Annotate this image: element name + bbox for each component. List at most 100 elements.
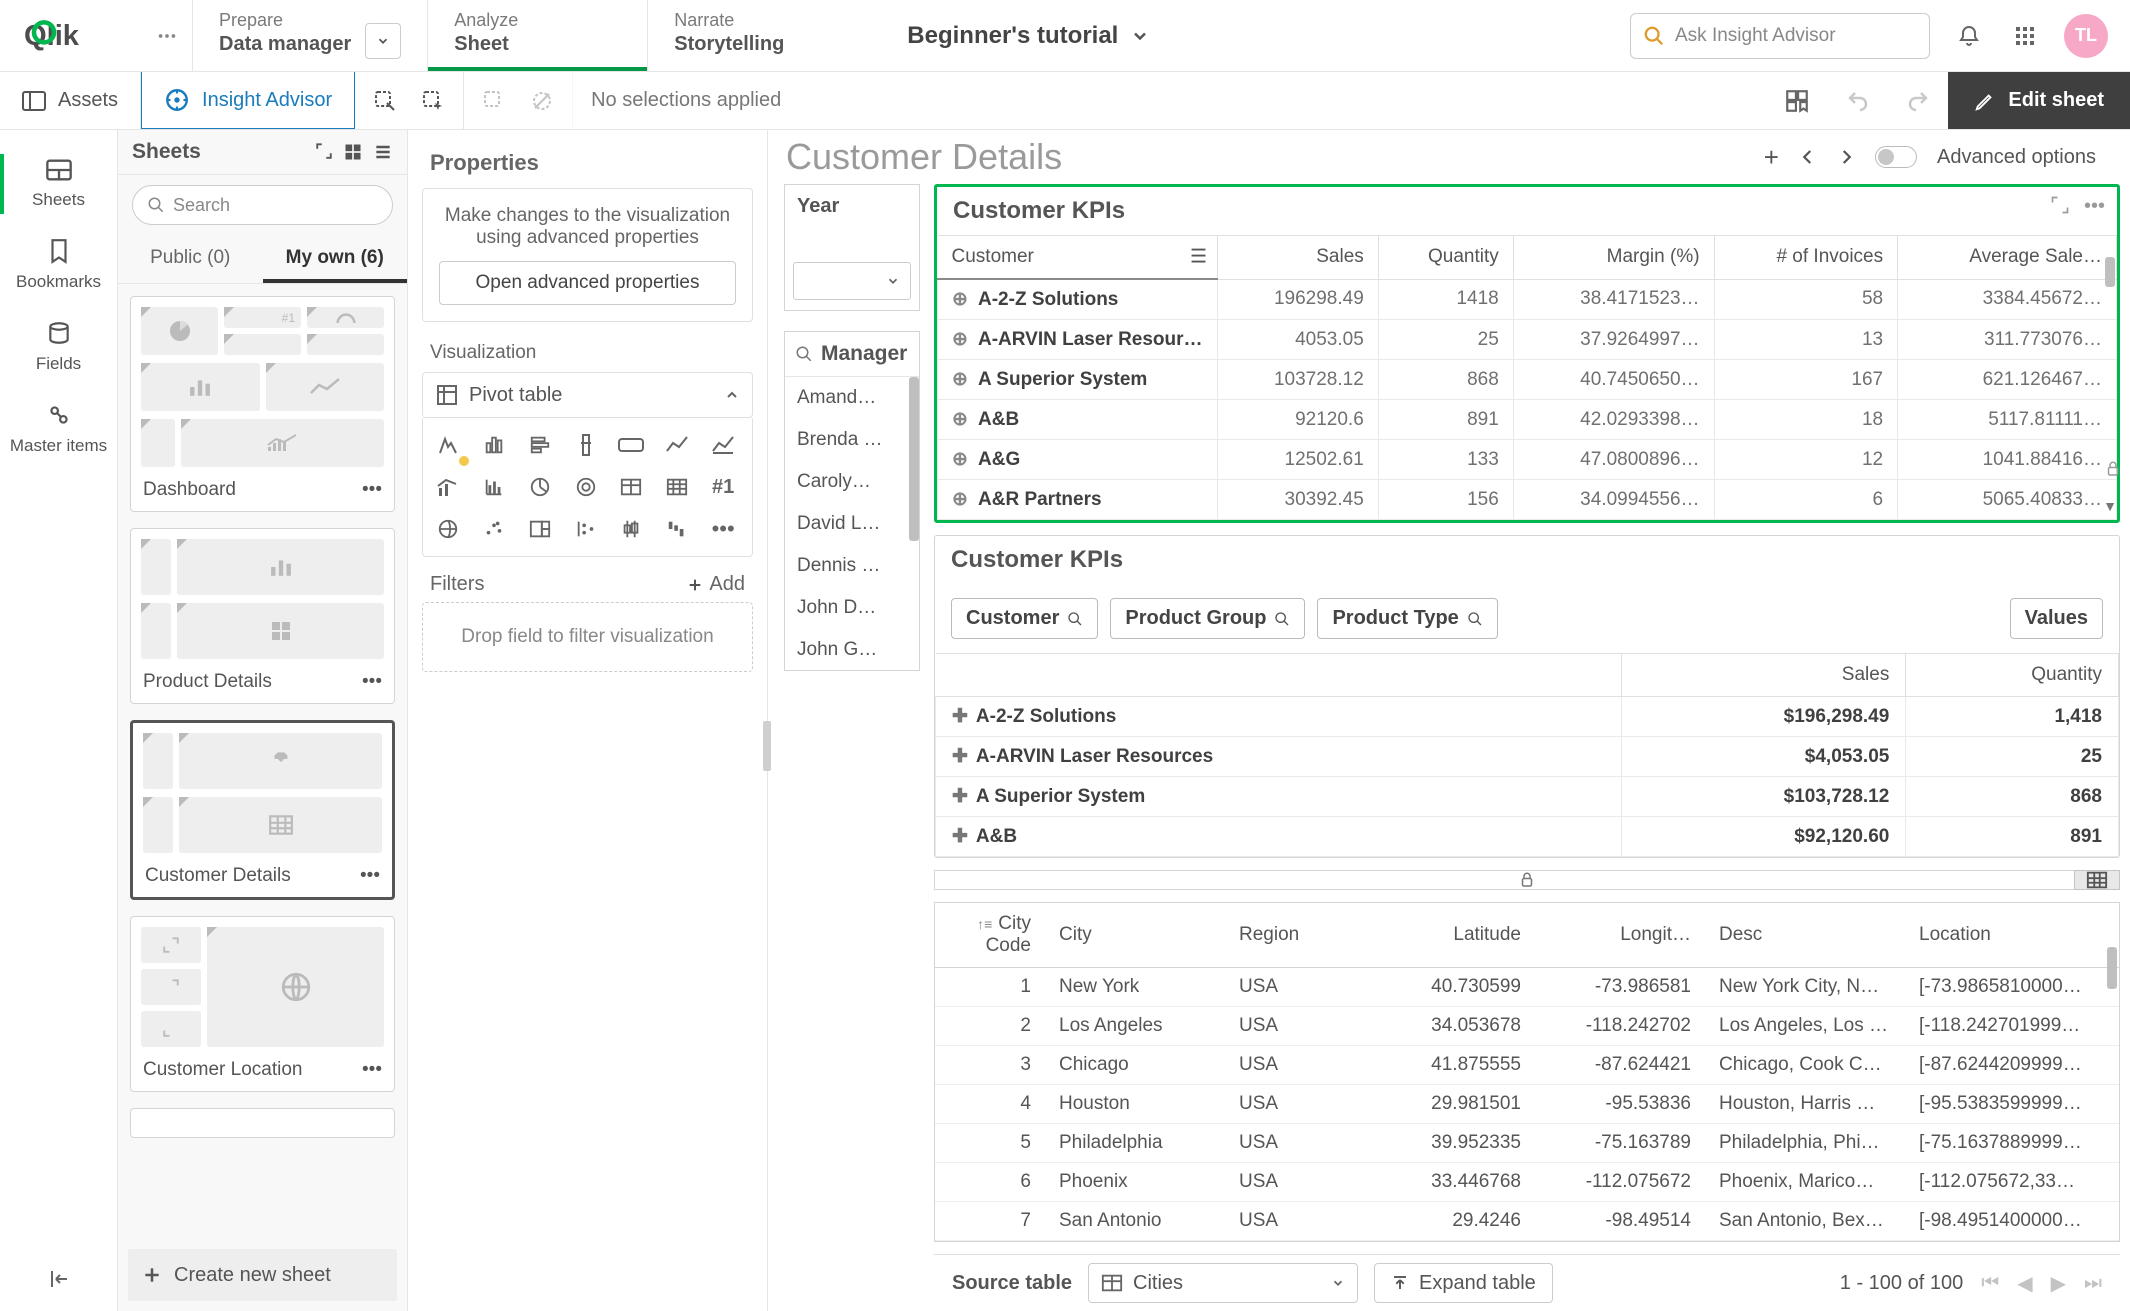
kpi1-col-qty[interactable]: Quantity — [1378, 236, 1513, 280]
city-col-desc[interactable]: Desc — [1705, 903, 1905, 968]
viz-line-icon[interactable] — [660, 428, 694, 462]
viz-pivot-table-icon[interactable] — [660, 470, 694, 504]
viz-pie-icon[interactable] — [523, 470, 557, 504]
city-col-loc[interactable]: Location — [1905, 903, 2119, 968]
viz-table-icon[interactable] — [614, 470, 648, 504]
year-select[interactable] — [793, 262, 911, 300]
viz-type-selector[interactable]: Pivot table — [422, 372, 753, 418]
kpi1-row[interactable]: ⊕A-ARVIN Laser Resources4053.052537.9264… — [938, 320, 2117, 360]
sheet-card-dashboard[interactable]: #1 — [130, 296, 395, 512]
viz-waterfall-icon[interactable] — [660, 512, 694, 546]
city-col-lon[interactable]: Longit… — [1535, 903, 1705, 968]
pivot-values[interactable]: Values — [2010, 598, 2103, 639]
pivot-row[interactable]: ✚A-2-Z Solutions$196,298.491,418 — [936, 697, 2119, 737]
sheets-search[interactable]: Search — [132, 185, 393, 225]
viz-auto-icon[interactable] — [431, 428, 465, 462]
sheet-card-customer-details[interactable]: Customer Details ••• — [130, 720, 395, 900]
viz-area-icon[interactable] — [706, 428, 740, 462]
manager-item[interactable]: Dennis … — [785, 545, 919, 587]
redo-icon[interactable] — [1888, 72, 1948, 129]
kpi1-row[interactable]: ⊕A Superior System103728.1286840.7450650… — [938, 360, 2117, 400]
viz-map-icon[interactable] — [431, 512, 465, 546]
viz-bar-h-icon[interactable] — [523, 428, 557, 462]
viz-kpi-icon[interactable]: #1 — [706, 470, 740, 504]
kpi-table-2[interactable]: Customer KPIs Customer Product Group Pro… — [934, 535, 2120, 858]
sheet-card-customer-location[interactable]: Customer Location ••• — [130, 916, 395, 1092]
city-row[interactable]: 4HoustonUSA29.981501-95.53836Houston, Ha… — [935, 1085, 2119, 1124]
manager-filter[interactable]: Manager Amand… Brenda … Caroly… David L…… — [784, 331, 920, 671]
filter-drop-zone[interactable]: Drop field to filter visualization — [422, 602, 753, 672]
pivot-row[interactable]: ✚A Superior System$103,728.12868 — [936, 777, 2119, 817]
pager-last-icon[interactable]: ⏭ — [2084, 1272, 2102, 1295]
viz-donut-icon[interactable] — [569, 470, 603, 504]
pager-prev-icon[interactable]: ◀ — [2017, 1271, 2032, 1296]
pivot-filter-type[interactable]: Product Type — [1317, 598, 1497, 639]
kpi-table-1[interactable]: Customer KPIs ••• Customer☰ Sales Quanti… — [934, 184, 2120, 523]
viz-bar-v-icon[interactable] — [477, 428, 511, 462]
kpi1-col-sales[interactable]: Sales — [1218, 236, 1379, 280]
kpi1-row[interactable]: ⊕A&G12502.6113347.0800896…121041.88416… — [938, 440, 2117, 480]
city-col-lat[interactable]: Latitude — [1365, 903, 1535, 968]
city-table[interactable]: ↑≡City Code City Region Latitude Longit…… — [934, 902, 2120, 1242]
viz-treemap-icon[interactable] — [523, 512, 557, 546]
card-menu-icon[interactable]: ••• — [362, 671, 382, 693]
user-avatar[interactable]: TL — [2064, 14, 2108, 58]
viz-histogram-icon[interactable] — [477, 470, 511, 504]
table-view-toggle[interactable] — [2074, 870, 2120, 890]
kpi1-col-invoices[interactable]: # of Invoices — [1714, 236, 1898, 280]
prev-sheet-icon[interactable] — [1799, 148, 1817, 166]
city-col-region[interactable]: Region — [1225, 903, 1365, 968]
viz-distribution-icon[interactable] — [569, 512, 603, 546]
rail-bookmarks[interactable]: Bookmarks — [0, 224, 117, 306]
logo[interactable]: Qlik — [0, 0, 142, 71]
pivot-row[interactable]: ✚A&B$92,120.60891 — [936, 817, 2119, 857]
expand-icon[interactable] — [315, 142, 333, 160]
create-sheet-button[interactable]: Create new sheet — [128, 1249, 397, 1301]
city-scrollbar[interactable] — [2107, 947, 2117, 989]
smart-search-icon[interactable] — [373, 89, 397, 113]
grid-view-icon[interactable] — [343, 142, 363, 162]
city-row[interactable]: 3ChicagoUSA41.875555-87.624421Chicago, C… — [935, 1046, 2119, 1085]
pivot-row[interactable]: ✚A-ARVIN Laser Resources$4,053.0525 — [936, 737, 2119, 777]
fullscreen-icon[interactable] — [2050, 195, 2070, 215]
edit-sheet-button[interactable]: Edit sheet — [1948, 72, 2130, 129]
kpi1-col-customer[interactable]: Customer☰ — [938, 236, 1218, 280]
next-sheet-icon[interactable] — [1837, 148, 1855, 166]
manager-item[interactable]: David L… — [785, 503, 919, 545]
kpi1-row[interactable]: ⊕A&R Partners30392.4515634.0994556…65065… — [938, 480, 2117, 520]
advanced-toggle[interactable] — [1875, 146, 1917, 168]
sheet-card-partial[interactable] — [130, 1108, 395, 1138]
city-col-city[interactable]: City — [1045, 903, 1225, 968]
viz-button-icon[interactable] — [614, 428, 648, 462]
list-view-icon[interactable] — [373, 142, 393, 162]
rail-master[interactable]: Master items — [0, 388, 117, 470]
expand-table-button[interactable]: Expand table — [1374, 1263, 1553, 1303]
manager-item[interactable]: Amand… — [785, 377, 919, 419]
nav-tab-analyze[interactable]: Analyze Sheet — [427, 0, 647, 71]
pivot-col-sales[interactable]: Sales — [1622, 654, 1906, 697]
viz-box-icon[interactable] — [614, 512, 648, 546]
rail-collapse-icon[interactable] — [47, 1267, 71, 1291]
city-col-code[interactable]: ↑≡City Code — [935, 903, 1045, 968]
insight-search[interactable]: Ask Insight Advisor — [1630, 13, 1930, 59]
viz-scatter-icon[interactable] — [477, 512, 511, 546]
nav-tab-narrate[interactable]: Narrate Storytelling — [647, 0, 867, 71]
assets-button[interactable]: Assets — [0, 72, 141, 129]
insight-advisor-button[interactable]: Insight Advisor — [141, 72, 355, 129]
kpi1-col-margin[interactable]: Margin (%) — [1513, 236, 1714, 280]
city-row[interactable]: 7San AntonioUSA29.4246-98.49514San Anton… — [935, 1202, 2119, 1241]
pivot-filter-customer[interactable]: Customer — [951, 598, 1098, 639]
manager-item[interactable]: Brenda … — [785, 419, 919, 461]
add-chart-icon[interactable]: + — [1764, 142, 1779, 173]
add-filter-button[interactable]: Add — [687, 573, 745, 596]
kpi1-row[interactable]: ⊕A-2-Z Solutions196298.49141838.4171523…… — [938, 279, 2117, 320]
tab-public[interactable]: Public (0) — [118, 237, 263, 283]
viz-combo-icon[interactable] — [431, 470, 465, 504]
prepare-dropdown-button[interactable] — [365, 23, 401, 59]
city-row[interactable]: 5PhiladelphiaUSA39.952335-75.163789Phila… — [935, 1124, 2119, 1163]
app-title[interactable]: Beginner's tutorial — [867, 0, 1608, 71]
card-menu-icon[interactable]: ••• — [362, 1059, 382, 1081]
kpi1-row[interactable]: ⊕A&B92120.689142.0293398…185117.81111… — [938, 400, 2117, 440]
apps-grid-icon[interactable] — [2008, 19, 2042, 53]
tab-my-own[interactable]: My own (6) — [263, 237, 408, 283]
